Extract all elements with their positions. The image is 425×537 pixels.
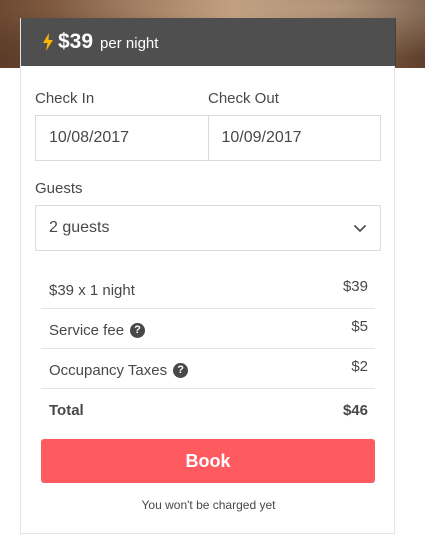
service-fee-row: Service fee ? $5: [41, 309, 375, 349]
guests-dropdown[interactable]: 2 guests: [35, 205, 381, 251]
no-charge-note: You won't be charged yet: [141, 498, 276, 512]
total-value: $46: [342, 402, 368, 419]
lightning-bolt-icon: [43, 33, 53, 51]
total-label: Total: [49, 402, 84, 419]
book-button[interactable]: Book: [41, 439, 375, 483]
check-in-input[interactable]: 10/08/2017: [36, 116, 208, 160]
nightly-subtotal-row: $39 x 1 night $39: [41, 269, 375, 309]
service-fee-label: Service fee: [49, 322, 125, 339]
date-range-picker: 10/08/2017 10/09/2017: [35, 115, 381, 161]
service-fee-help-icon[interactable]: ?: [130, 323, 146, 338]
occupancy-taxes-help-icon[interactable]: ?: [173, 363, 189, 378]
total-row: Total $46: [41, 389, 375, 428]
chevron-down-icon: [353, 224, 367, 233]
occupancy-taxes-row: Occupancy Taxes ? $2: [41, 349, 375, 389]
guests-label: Guests: [35, 180, 83, 197]
occupancy-taxes-label: Occupancy Taxes: [49, 362, 168, 379]
booking-widget: $39 per night Check In Check Out 10/08/2…: [20, 18, 396, 534]
nightly-price: $39: [58, 30, 94, 53]
price-breakdown: $39 x 1 night $39 Service fee ? $5 Occup…: [41, 269, 375, 428]
check-in-label: Check In: [35, 90, 95, 107]
check-out-label: Check Out: [208, 90, 279, 107]
service-fee-label-group: Service fee ?: [49, 322, 146, 339]
price-header: $39 per night: [21, 18, 396, 66]
occupancy-taxes-label-group: Occupancy Taxes ?: [49, 362, 189, 379]
nightly-subtotal-value: $39: [342, 278, 368, 295]
nightly-subtotal-label: $39 x 1 night: [49, 282, 135, 299]
price-unit: per night: [100, 35, 159, 52]
service-fee-value: $5: [351, 318, 368, 335]
check-out-input[interactable]: 10/09/2017: [207, 116, 381, 160]
occupancy-taxes-value: $2: [351, 358, 368, 375]
guests-selected-value: 2 guests: [49, 219, 110, 236]
